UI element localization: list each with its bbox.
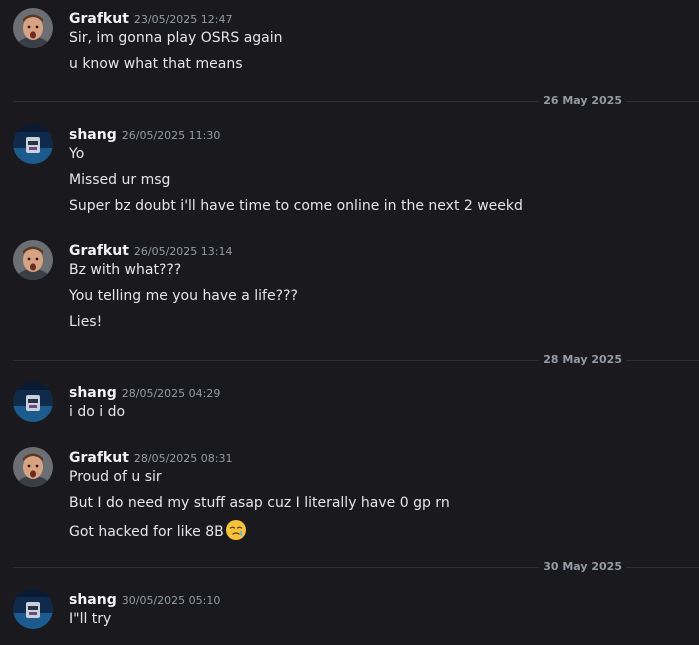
message-header: shang 26/05/2025 11:30 [69, 124, 220, 144]
avatar-grafkut[interactable] [13, 447, 53, 487]
message-text-with-emoji: Got hacked for like 8B [69, 519, 247, 542]
username[interactable]: shang [69, 127, 117, 143]
message-header: Grafkut 26/05/2025 13:14 [69, 240, 233, 260]
username[interactable]: Grafkut [69, 450, 129, 466]
message-text: Proud of u sir [69, 469, 162, 485]
username[interactable]: Grafkut [69, 11, 129, 27]
timestamp: 28/05/2025 08:31 [133, 452, 233, 465]
message-text: Got hacked for like 8B [69, 524, 224, 540]
date-divider: 28 May 2025 [13, 352, 699, 368]
message-header: shang 30/05/2025 05:10 [69, 589, 220, 609]
message-text: Lies! [69, 314, 103, 330]
message-header: Grafkut 23/05/2025 12:47 [69, 8, 233, 28]
message-text: You telling me you have a life??? [69, 288, 298, 304]
date-divider: 26 May 2025 [13, 93, 699, 109]
message-text: u know what that means [69, 56, 243, 72]
timestamp: 28/05/2025 04:29 [121, 387, 221, 400]
timestamp: 26/05/2025 11:30 [121, 129, 221, 142]
timestamp: 23/05/2025 12:47 [133, 13, 233, 26]
chat-messages: Grafkut 23/05/2025 12:47 Sir, im gonna pl… [0, 0, 699, 645]
message-text: But I do need my stuff asap cuz I litera… [69, 495, 450, 511]
face-holding-back-tears-icon [225, 519, 247, 541]
message-text: Yo [69, 146, 85, 162]
date-divider: 30 May 2025 [13, 559, 699, 575]
message-text: Super bz doubt i'll have time to come on… [69, 198, 523, 214]
message-text: I"ll try [69, 611, 112, 627]
avatar-grafkut[interactable] [13, 8, 53, 48]
avatar-shang[interactable] [13, 382, 53, 422]
date-divider-label: 26 May 2025 [539, 93, 626, 109]
avatar-shang[interactable] [13, 589, 53, 629]
date-divider-label: 28 May 2025 [539, 352, 626, 368]
timestamp: 30/05/2025 05:10 [121, 594, 221, 607]
avatar-grafkut[interactable] [13, 240, 53, 280]
date-divider-label: 30 May 2025 [539, 559, 626, 575]
message-text: Bz with what??? [69, 262, 182, 278]
avatar-shang[interactable] [13, 124, 53, 164]
message-header: Grafkut 28/05/2025 08:31 [69, 447, 233, 467]
message-text: Missed ur msg [69, 172, 171, 188]
username[interactable]: shang [69, 385, 117, 401]
username[interactable]: shang [69, 592, 117, 608]
username[interactable]: Grafkut [69, 243, 129, 259]
timestamp: 26/05/2025 13:14 [133, 245, 233, 258]
message-text: Sir, im gonna play OSRS again [69, 30, 283, 46]
message-header: shang 28/05/2025 04:29 [69, 382, 220, 402]
message-text: i do i do [69, 404, 126, 420]
